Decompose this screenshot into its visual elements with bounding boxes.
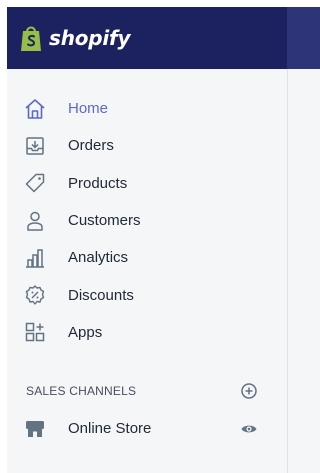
- nav-label-apps: Apps: [68, 323, 103, 341]
- online-store-icon: [24, 418, 46, 440]
- nav-item-analytics[interactable]: Analytics: [7, 239, 287, 276]
- main-content-edge: [287, 69, 320, 473]
- main-nav: Home Orders Products Customers Analytics…: [7, 90, 287, 351]
- home-icon: [24, 98, 46, 120]
- admin-window: shopify Home Orders Products Customers A…: [7, 7, 320, 473]
- shopify-bag-icon: [21, 26, 41, 51]
- nav-label-products: Products: [68, 174, 128, 192]
- channel-label-online-store: Online Store: [68, 420, 152, 437]
- nav-label-home: Home: [68, 100, 109, 118]
- customers-icon: [24, 210, 46, 232]
- nav-label-analytics: Analytics: [68, 249, 129, 267]
- apps-icon: [24, 321, 46, 343]
- nav-item-products[interactable]: Products: [7, 165, 287, 202]
- nav-label-discounts: Discounts: [68, 286, 134, 304]
- channel-online-store[interactable]: Online Store: [7, 417, 287, 441]
- nav-item-apps[interactable]: Apps: [7, 314, 287, 351]
- orders-icon: [24, 135, 46, 157]
- nav-item-discounts[interactable]: Discounts: [7, 276, 287, 313]
- nav-item-customers[interactable]: Customers: [7, 202, 287, 239]
- discounts-icon: [24, 284, 46, 306]
- sales-channels-header: SALES CHANNELS: [7, 381, 287, 403]
- shopify-logo[interactable]: shopify: [19, 24, 131, 52]
- nav-item-home[interactable]: Home: [7, 90, 287, 127]
- sidebar: Home Orders Products Customers Analytics…: [7, 69, 287, 473]
- nav-label-customers: Customers: [68, 212, 141, 230]
- brand-name: shopify: [49, 26, 131, 50]
- eye-icon[interactable]: [240, 420, 258, 438]
- products-tag-icon: [24, 172, 46, 194]
- nav-label-orders: Orders: [68, 137, 114, 155]
- top-bar: shopify: [7, 7, 320, 69]
- add-circle-icon[interactable]: [240, 382, 258, 400]
- topbar-search-area: [287, 7, 320, 69]
- analytics-icon: [24, 247, 46, 269]
- nav-item-orders[interactable]: Orders: [7, 127, 287, 164]
- sales-channels-title: SALES CHANNELS: [26, 384, 137, 398]
